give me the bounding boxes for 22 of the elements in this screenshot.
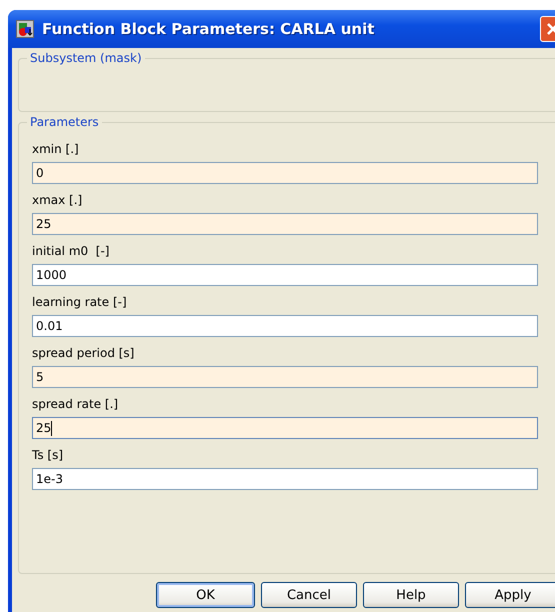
block-diagram-icon — [16, 20, 34, 38]
field-label: spread rate [.] — [32, 397, 120, 412]
input-field[interactable]: 0 — [32, 162, 538, 184]
input-field[interactable]: 5 — [32, 366, 538, 388]
field-label: xmin [.] — [32, 142, 80, 157]
input-field[interactable]: 25 — [32, 213, 538, 235]
field-label: xmax [.] — [32, 193, 84, 208]
field-label: initial m0 [-] — [32, 244, 110, 259]
dialog-button[interactable]: Help — [363, 582, 459, 608]
dialog-button[interactable]: Apply — [465, 582, 555, 608]
input-field[interactable]: 1000 — [32, 264, 538, 286]
dialog-button[interactable]: OK — [156, 582, 255, 608]
window-title: Function Block Parameters: CARLA unit — [42, 20, 374, 38]
group-title: Subsystem (mask) — [27, 51, 145, 65]
field-label: learning rate [-] — [32, 295, 128, 310]
field-label: Ts [s] — [32, 448, 64, 463]
group-title: Parameters — [27, 115, 102, 129]
input-field[interactable]: 1e-3 — [32, 468, 538, 490]
dialog-button[interactable]: Cancel — [261, 582, 357, 608]
field-label: spread period [s] — [32, 346, 136, 361]
input-field[interactable]: 25 — [32, 417, 538, 439]
input-field[interactable]: 0.01 — [32, 315, 538, 337]
